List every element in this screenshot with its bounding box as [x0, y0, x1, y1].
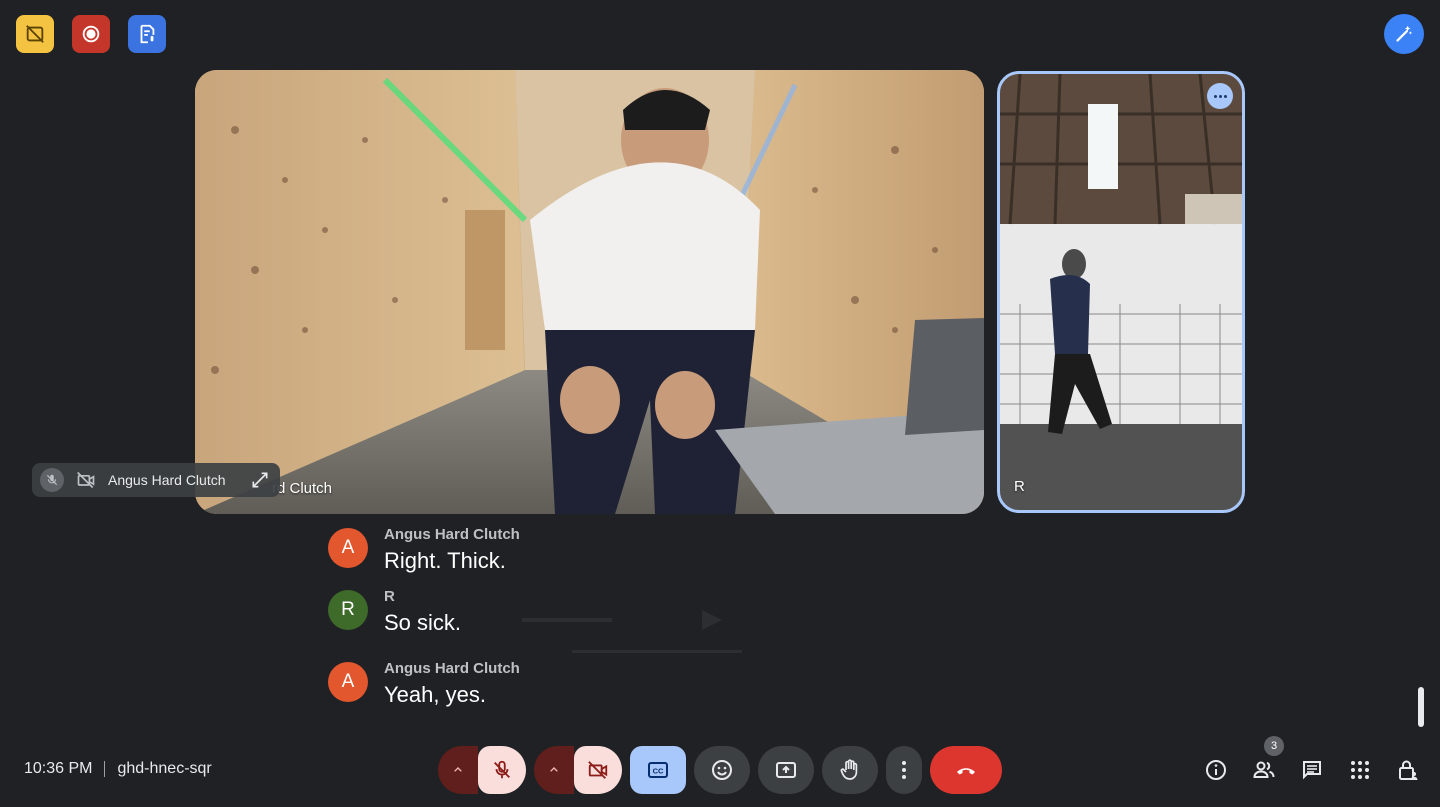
- caption-speaker: Angus Hard Clutch: [384, 526, 520, 543]
- present-screen-icon: [776, 762, 796, 778]
- chat-icon: [1303, 761, 1321, 780]
- camera-off-icon: [588, 761, 608, 779]
- people-icon: [1253, 761, 1275, 778]
- more-vert-icon: [902, 761, 906, 779]
- transcript-badge[interactable]: [128, 15, 166, 53]
- hd-off-icon: [26, 25, 44, 43]
- ai-assist-button[interactable]: [1384, 14, 1424, 54]
- caption-text: So sick.: [384, 610, 462, 635]
- reactions-button[interactable]: [694, 746, 750, 794]
- camera-control-group: [534, 746, 622, 794]
- participant-hover-pill: Angus Hard Clutch: [32, 463, 280, 497]
- main-video-tile[interactable]: rd Clutch: [195, 70, 984, 514]
- side-video-feed: [1000, 74, 1242, 510]
- magic-pen-icon: [1396, 25, 1413, 42]
- video-options-button[interactable]: [534, 746, 574, 794]
- recording-badge[interactable]: [72, 15, 110, 53]
- people-button[interactable]: 3: [1252, 736, 1284, 788]
- caption-text: Right. Thick.: [384, 548, 506, 573]
- avatar: A: [328, 528, 368, 568]
- side-tile-name: R: [1014, 478, 1025, 495]
- hover-pill-name: Angus Hard Clutch: [108, 472, 226, 488]
- info-icon: [1206, 760, 1226, 780]
- emoji-icon: [712, 760, 732, 780]
- caption-speaker: R: [384, 588, 395, 605]
- captions-panel: A Angus Hard Clutch Right. Thick. R R So…: [328, 524, 1028, 716]
- tile-options-button[interactable]: [1207, 83, 1233, 109]
- expand-icon[interactable]: [248, 468, 272, 492]
- avatar: A: [328, 662, 368, 702]
- meeting-code[interactable]: ghd-hnec-sqr: [117, 760, 211, 778]
- caption-entry: A Angus Hard Clutch Right. Thick.: [328, 524, 1028, 588]
- avatar: R: [328, 590, 368, 630]
- meeting-details-button[interactable]: [1204, 752, 1228, 788]
- caption-text: Yeah, yes.: [384, 682, 486, 707]
- hand-icon: [840, 759, 858, 780]
- main-video-feed: [195, 70, 984, 514]
- right-toolbar: 3: [1204, 736, 1420, 788]
- lock-person-icon: [1399, 760, 1418, 780]
- chevron-up-icon: [454, 767, 462, 772]
- raise-hand-button[interactable]: [822, 746, 878, 794]
- svg-text:CC: CC: [653, 767, 664, 776]
- meet-call-window: rd Clutch R Angus Hard Clutch A Angus Ha…: [0, 0, 1440, 807]
- status-badges: [16, 15, 166, 53]
- end-call-icon: [957, 768, 975, 775]
- caption-entry: R R So sick.: [328, 586, 1028, 650]
- audio-options-button[interactable]: [438, 746, 478, 794]
- more-options-button[interactable]: [886, 746, 922, 794]
- chat-button[interactable]: [1300, 752, 1324, 788]
- caption-entry: A Angus Hard Clutch Yeah, yes.: [328, 658, 1028, 722]
- host-controls-button[interactable]: [1396, 752, 1420, 788]
- closed-captions-icon: CC: [648, 762, 668, 778]
- present-button[interactable]: [758, 746, 814, 794]
- mic-off-icon: [494, 760, 510, 779]
- people-count-badge: 3: [1264, 736, 1284, 756]
- activities-button[interactable]: [1348, 752, 1372, 788]
- camera-toggle-button[interactable]: [574, 746, 622, 794]
- meeting-info: 10:36 PM ghd-hnec-sqr: [24, 760, 212, 778]
- muted-mic-icon: [40, 468, 64, 492]
- chevron-up-icon: [550, 767, 558, 772]
- main-tile-name: rd Clutch: [272, 480, 333, 497]
- transcript-icon: [140, 24, 155, 44]
- mic-toggle-button[interactable]: [478, 746, 526, 794]
- call-controls: CC: [438, 746, 1002, 794]
- mic-control-group: [438, 746, 526, 794]
- captions-scrollbar[interactable]: [1418, 687, 1424, 727]
- camera-off-small-icon: [74, 468, 98, 492]
- caption-speaker: Angus Hard Clutch: [384, 660, 520, 677]
- meeting-time: 10:36 PM: [24, 760, 93, 777]
- hd-off-badge[interactable]: [16, 15, 54, 53]
- captions-button[interactable]: CC: [630, 746, 686, 794]
- divider: [104, 761, 106, 777]
- leave-call-button[interactable]: [930, 746, 1002, 794]
- side-video-tile[interactable]: R: [997, 71, 1245, 513]
- apps-icon: [1351, 761, 1369, 779]
- record-icon: [82, 25, 100, 43]
